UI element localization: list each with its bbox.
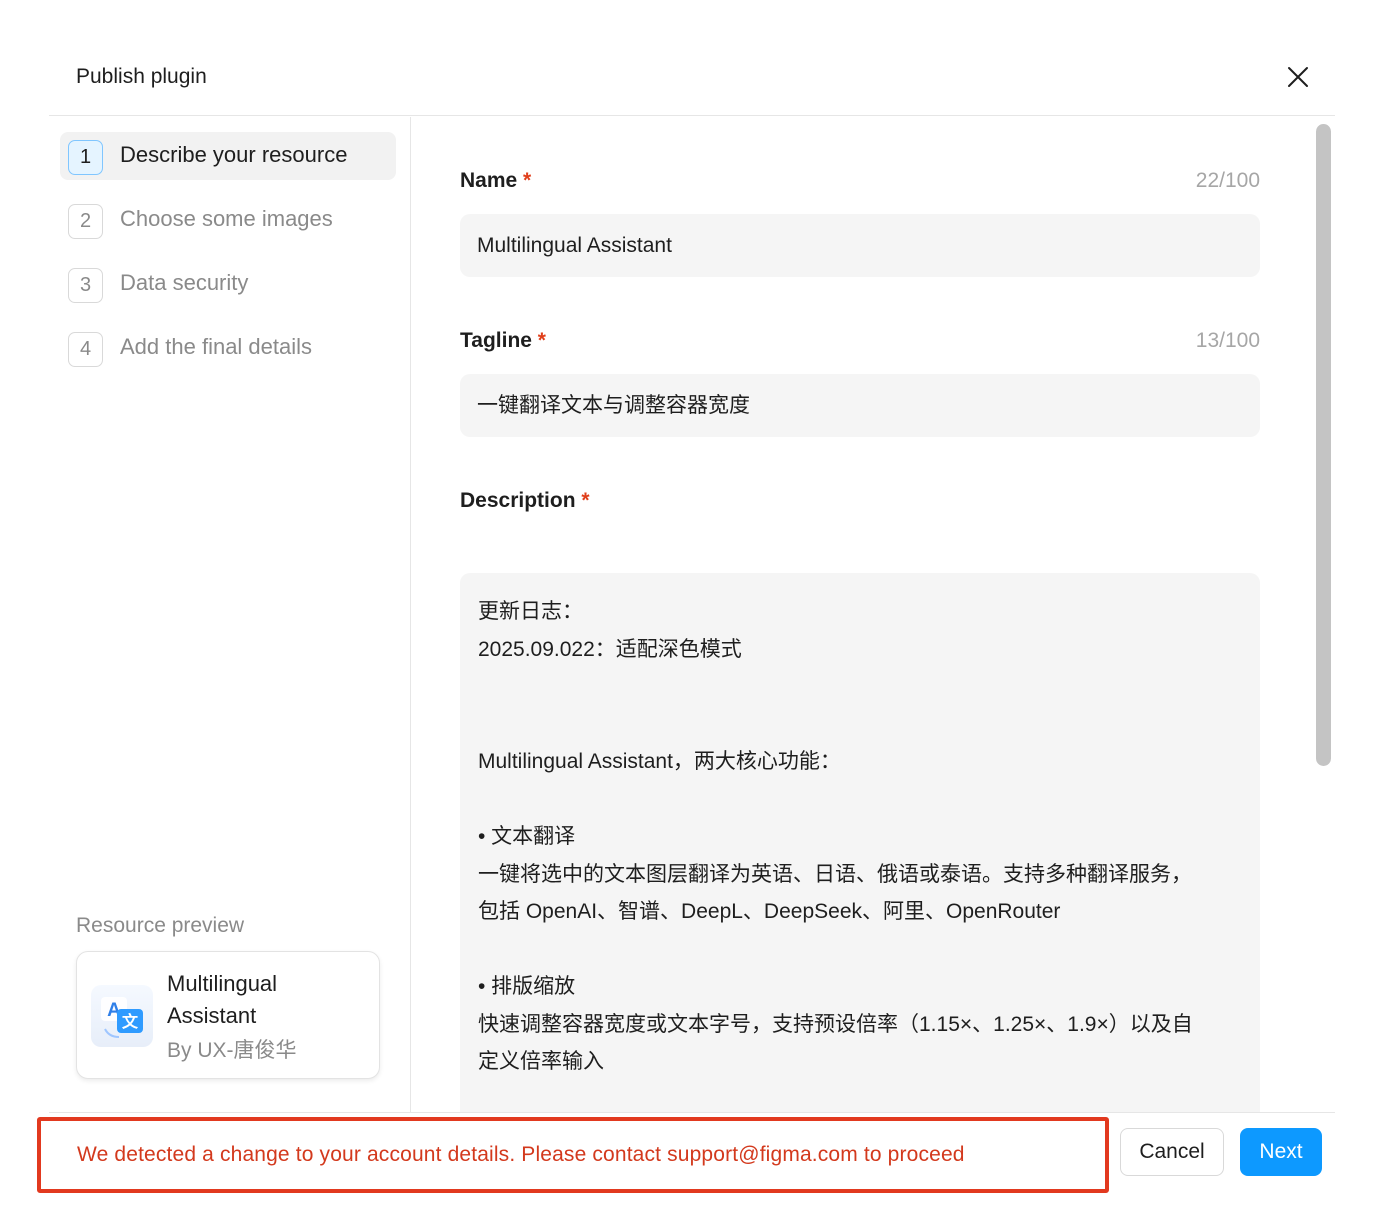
scrollbar[interactable]: [1308, 117, 1335, 1112]
step-data-security[interactable]: 3 Data security: [60, 260, 396, 308]
alert-message: We detected a change to your account det…: [77, 1143, 965, 1166]
scrollbar-thumb[interactable]: [1316, 124, 1331, 766]
step-choose-images[interactable]: 2 Choose some images: [60, 196, 396, 244]
step-final-details[interactable]: 4 Add the final details: [60, 324, 396, 372]
step-number: 2: [68, 204, 103, 239]
cancel-button[interactable]: Cancel: [1120, 1128, 1224, 1176]
publish-plugin-dialog: Publish plugin 1 Describe your resource …: [37, 40, 1335, 1193]
close-button[interactable]: [1283, 62, 1313, 92]
dialog-title: Publish plugin: [76, 65, 207, 88]
description-line: 2025.09.022：适配深色模式: [478, 637, 742, 661]
next-button[interactable]: Next: [1240, 1128, 1322, 1176]
description-label-text: Description: [460, 489, 576, 512]
description-line: [478, 706, 1242, 744]
description-line: 快速调整容器宽度或文本字号，支持预设倍率（1.15×、1.25×、1.9×）以及…: [478, 1012, 1193, 1036]
account-alert: We detected a change to your account det…: [37, 1117, 1109, 1193]
required-mark: *: [523, 169, 532, 192]
description-line: Multilingual Assistant，两大核心功能：: [478, 750, 841, 773]
description-line: 包括 OpenAI、智谱、DeepL、DeepSeek、阿里、OpenRoute…: [478, 900, 1061, 923]
step-label: Add the final details: [120, 334, 313, 359]
form-content: Name * 22/100 Multilingual Assistant Tag…: [412, 117, 1308, 1112]
name-counter: 22/100: [1195, 169, 1260, 192]
dialog-footer: We detected a change to your account det…: [37, 1112, 1335, 1193]
description-textarea[interactable]: 更新日志： 2025.09.022：适配深色模式 Multilingual As…: [460, 573, 1260, 1112]
resource-preview-label: Resource preview: [76, 914, 245, 937]
description-line: 一键将选中的文本图层翻译为英语、日语、俄语或泰语。支持多种翻译服务，: [478, 862, 1192, 886]
step-number: 1: [68, 140, 103, 175]
step-label: Describe your resource: [120, 142, 348, 167]
description-line: 定义倍率输入: [478, 1050, 604, 1073]
description-line: [478, 668, 1242, 706]
tagline-input[interactable]: 一键翻译文本与调整容器宽度: [460, 374, 1260, 437]
preview-author: By UX-唐俊华: [167, 1039, 297, 1062]
step-describe-resource[interactable]: 1 Describe your resource: [60, 132, 396, 180]
tagline-label: Tagline *: [460, 329, 546, 353]
required-mark: *: [537, 329, 546, 352]
required-mark: *: [581, 489, 590, 512]
close-icon: [1288, 67, 1308, 87]
description-line: 更新日志：: [478, 600, 583, 623]
description-line: [478, 781, 1242, 819]
preview-name: Multilingual Assistant: [167, 971, 278, 1028]
name-label-text: Name: [460, 169, 518, 192]
translate-icon: A 文: [91, 985, 153, 1047]
description-line: • 排版缩放: [478, 975, 576, 998]
name-label: Name *: [460, 169, 531, 193]
description-label: Description *: [460, 489, 590, 513]
steps-sidebar: 1 Describe your resource 2 Choose some i…: [49, 117, 411, 1112]
step-label: Choose some images: [120, 206, 333, 231]
step-number: 3: [68, 268, 103, 303]
tagline-counter: 13/100: [1195, 329, 1260, 352]
tagline-label-text: Tagline: [460, 329, 532, 352]
svg-text:文: 文: [122, 1012, 139, 1031]
description-line: • 文本翻译: [478, 825, 576, 848]
step-number: 4: [68, 332, 103, 367]
resource-preview-card: A 文 Multilingual Assistant By UX-唐俊华: [76, 951, 380, 1079]
description-line: [478, 931, 1242, 969]
dialog-header: Publish plugin: [49, 40, 1335, 116]
step-label: Data security: [120, 270, 249, 295]
name-input[interactable]: Multilingual Assistant: [460, 214, 1260, 277]
